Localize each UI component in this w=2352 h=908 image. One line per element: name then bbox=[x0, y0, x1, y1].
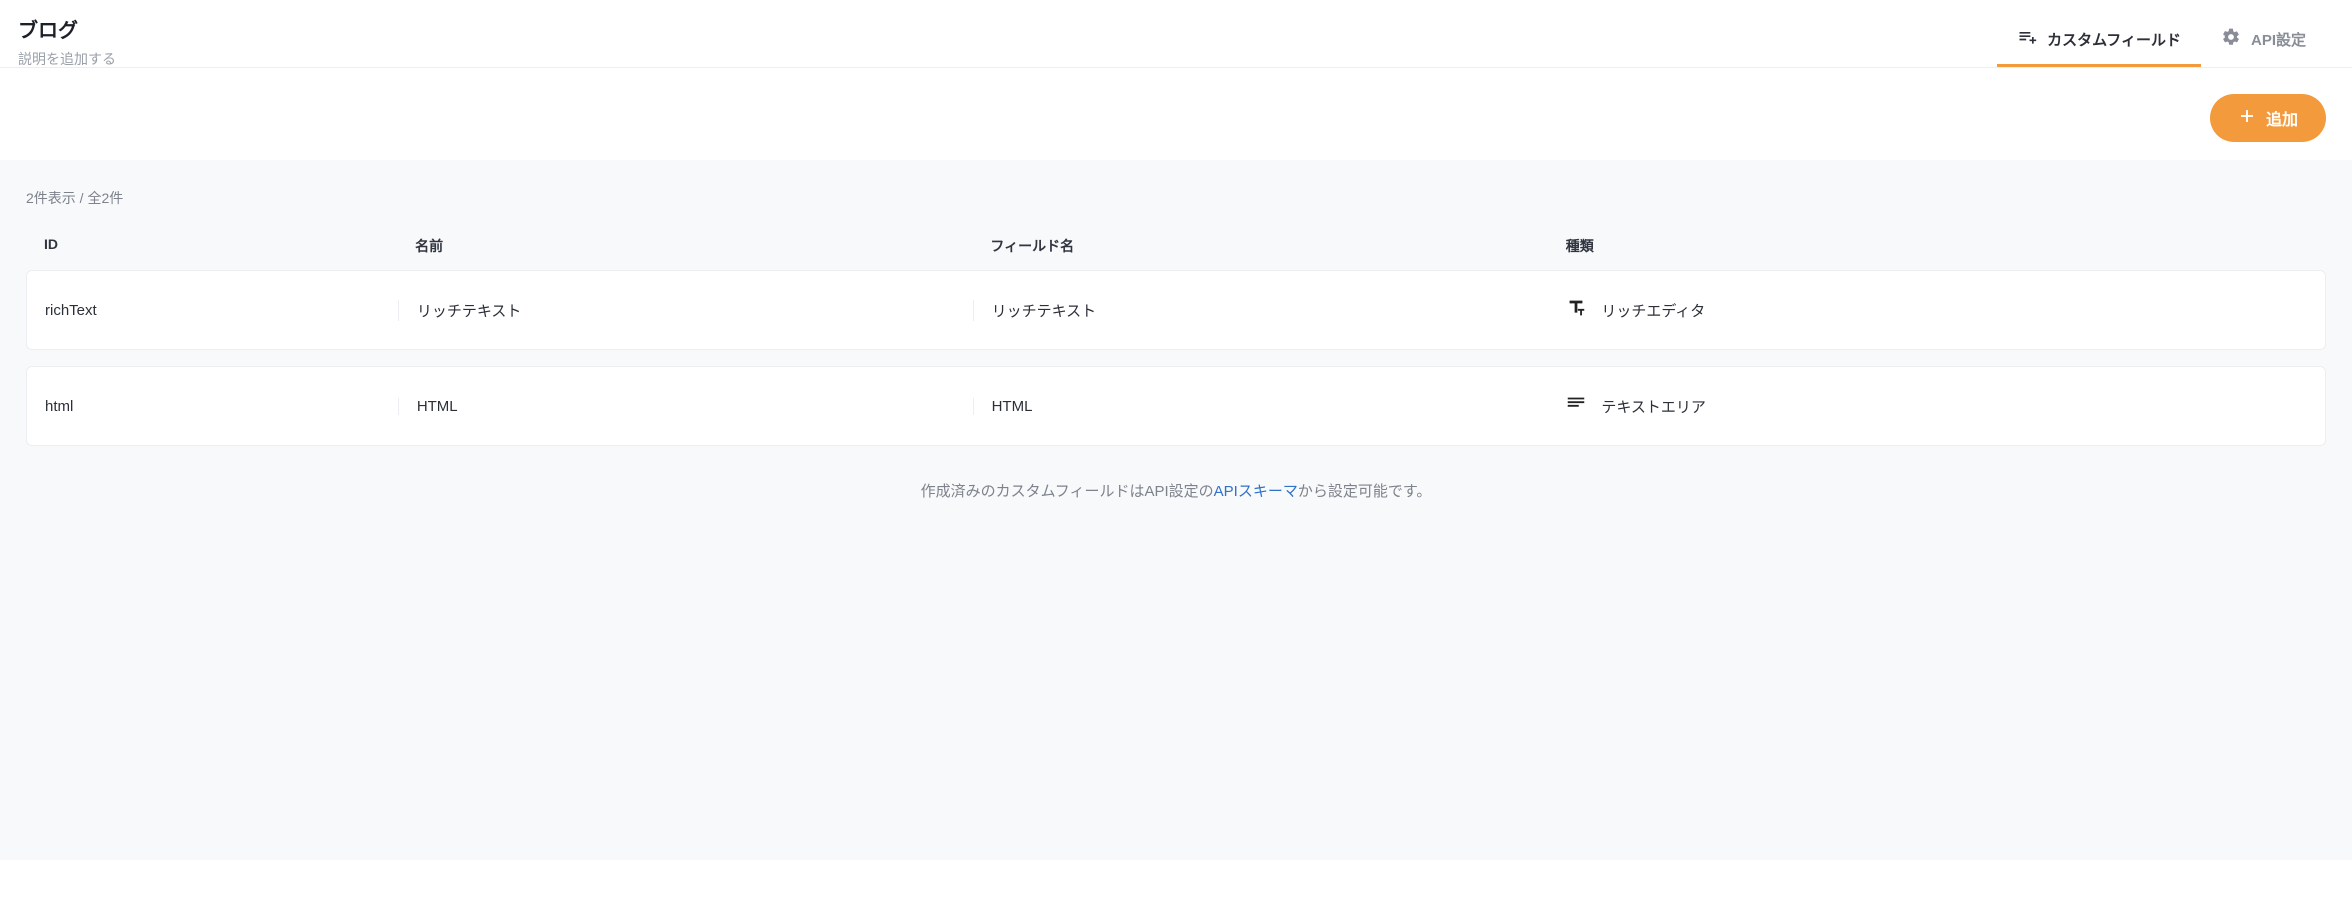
table-row[interactable]: html HTML HTML テキストエリア bbox=[26, 366, 2326, 446]
cell-type-label: リッチエディタ bbox=[1601, 300, 1705, 321]
page-subtitle[interactable]: 説明を追加する bbox=[18, 49, 116, 69]
col-name: 名前 bbox=[415, 236, 990, 256]
content-area: 2件表示 / 全2件 ID 名前 フィールド名 種類 richText リッチテ… bbox=[0, 160, 2352, 860]
api-schema-link[interactable]: APIスキーマ bbox=[1214, 483, 1298, 500]
cell-type: リッチエディタ bbox=[1547, 297, 2307, 323]
footer-prefix: 作成済みのカスタムフィールドはAPI設定の bbox=[921, 483, 1214, 500]
plus-icon bbox=[2238, 107, 2256, 130]
col-type: 種類 bbox=[1566, 236, 2308, 256]
add-button-label: 追加 bbox=[2266, 106, 2298, 130]
cell-name: HTML bbox=[398, 398, 991, 415]
col-field: フィールド名 bbox=[990, 236, 1565, 256]
tab-api-settings[interactable]: API設定 bbox=[2201, 14, 2326, 67]
col-id: ID bbox=[44, 236, 415, 256]
text-format-icon bbox=[1565, 297, 1587, 323]
tab-custom-field[interactable]: カスタムフィールド bbox=[1997, 14, 2201, 67]
cell-id: html bbox=[45, 398, 416, 415]
cell-id: richText bbox=[45, 302, 416, 319]
page-header: ブログ 説明を追加する カスタムフィールド API設定 bbox=[0, 0, 2352, 68]
table-row[interactable]: richText リッチテキスト リッチテキスト リッチエディタ bbox=[26, 270, 2326, 350]
cell-type: テキストエリア bbox=[1547, 393, 2307, 419]
cell-name: リッチテキスト bbox=[398, 300, 991, 321]
page-title: ブログ bbox=[18, 14, 116, 43]
header-left: ブログ 説明を追加する bbox=[18, 14, 116, 69]
list-count: 2件表示 / 全2件 bbox=[26, 188, 2326, 208]
playlist-add-icon bbox=[2017, 27, 2037, 51]
tab-custom-field-label: カスタムフィールド bbox=[2047, 29, 2181, 50]
table-header: ID 名前 フィールド名 種類 bbox=[26, 236, 2326, 270]
notes-icon bbox=[1565, 393, 1587, 419]
gear-icon bbox=[2221, 27, 2241, 51]
footer-suffix: から設定可能です。 bbox=[1298, 483, 1432, 500]
header-tabs: カスタムフィールド API設定 bbox=[1997, 14, 2326, 67]
action-bar: 追加 bbox=[0, 68, 2352, 160]
cell-type-label: テキストエリア bbox=[1601, 396, 1706, 417]
add-button[interactable]: 追加 bbox=[2210, 94, 2326, 142]
cell-field: リッチテキスト bbox=[973, 300, 1566, 321]
tab-api-settings-label: API設定 bbox=[2251, 29, 2306, 50]
cell-field: HTML bbox=[973, 398, 1566, 415]
footer-note: 作成済みのカスタムフィールドはAPI設定のAPIスキーマから設定可能です。 bbox=[26, 480, 2326, 501]
